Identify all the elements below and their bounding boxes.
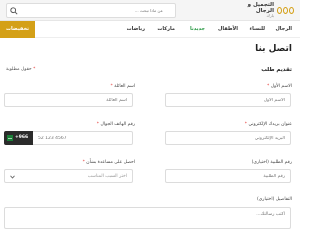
country-code: +966	[15, 135, 29, 140]
phone-label: رقم الهاتف الجوال *	[97, 122, 135, 127]
logo-line-2: بارك	[266, 13, 274, 18]
required-note: * حقول مطلوبة	[6, 67, 35, 72]
country-code-selector[interactable]: +966	[4, 131, 33, 145]
nav-item-new[interactable]: جديدنا	[190, 26, 205, 32]
logo[interactable]: التجميل و الرجال بارك	[232, 2, 294, 18]
last-name-label: اسم العائلة *	[111, 84, 135, 89]
required-note-text: حقول مطلوبة	[6, 67, 32, 72]
nav-item-men[interactable]: الرجال	[275, 26, 292, 32]
required-mark: *	[267, 84, 270, 89]
search-box	[6, 3, 177, 18]
saudi-flag-icon	[7, 135, 13, 141]
phone-label-text: رقم الهاتف الجوال	[100, 122, 135, 127]
details-textarea[interactable]	[4, 207, 291, 229]
main-nav: الرجال للنساء الأطفال جديدنا ماركات رياض…	[0, 21, 300, 38]
nav-item-kids[interactable]: الأطفال	[218, 26, 238, 32]
last-name-field[interactable]	[4, 93, 133, 107]
details-label: التفاصيل (اختياري)	[257, 197, 292, 202]
email-label-text: عنوان بريدك الإلكتروني	[248, 122, 292, 127]
required-mark: *	[96, 122, 100, 127]
nav-item-women[interactable]: للنساء	[250, 26, 265, 32]
first-name-label-text: الاسم الأول	[270, 84, 292, 89]
first-name-label: الاسم الأول *	[267, 84, 292, 89]
last-name-label-text: اسم العائلة	[114, 84, 135, 89]
nav-item-sale[interactable]: تخفيضات	[0, 21, 35, 38]
chevron-down-icon	[10, 175, 15, 179]
first-name-field[interactable]	[165, 93, 291, 107]
top-bar: التجميل و الرجال بارك	[0, 0, 300, 21]
reason-select-value: اختر السبب المناسب	[87, 174, 127, 179]
required-mark: *	[33, 67, 36, 72]
logo-text: التجميل و الرجال بارك	[232, 2, 274, 18]
email-label: عنوان بريدك الإلكتروني *	[245, 122, 292, 127]
phone-field-group: +966	[4, 131, 133, 145]
nav-item-brands[interactable]: ماركات	[157, 26, 175, 32]
contact-page: التجميل و الرجال بارك الرجال للنساء الأط…	[0, 0, 300, 229]
page-title: اتصل بنا	[255, 44, 292, 54]
nav-item-sports[interactable]: رياضات	[127, 26, 145, 32]
required-mark: *	[110, 84, 113, 89]
reason-label-text: احصل على مساعدة بشأن	[86, 160, 135, 165]
required-mark: *	[82, 160, 85, 165]
logo-mark-icon	[277, 7, 294, 14]
order-number-label: رقم الطلبية (اختياري)	[251, 160, 292, 165]
required-mark: *	[244, 122, 248, 127]
section-title: تقديم طلب	[261, 67, 292, 73]
email-field[interactable]	[165, 131, 291, 145]
search-input[interactable]	[7, 4, 177, 17]
search-icon[interactable]	[10, 7, 18, 15]
order-number-field[interactable]	[165, 169, 291, 183]
reason-select[interactable]: اختر السبب المناسب	[4, 169, 133, 183]
phone-field[interactable]	[33, 131, 133, 145]
reason-label: احصل على مساعدة بشأن *	[83, 160, 135, 165]
